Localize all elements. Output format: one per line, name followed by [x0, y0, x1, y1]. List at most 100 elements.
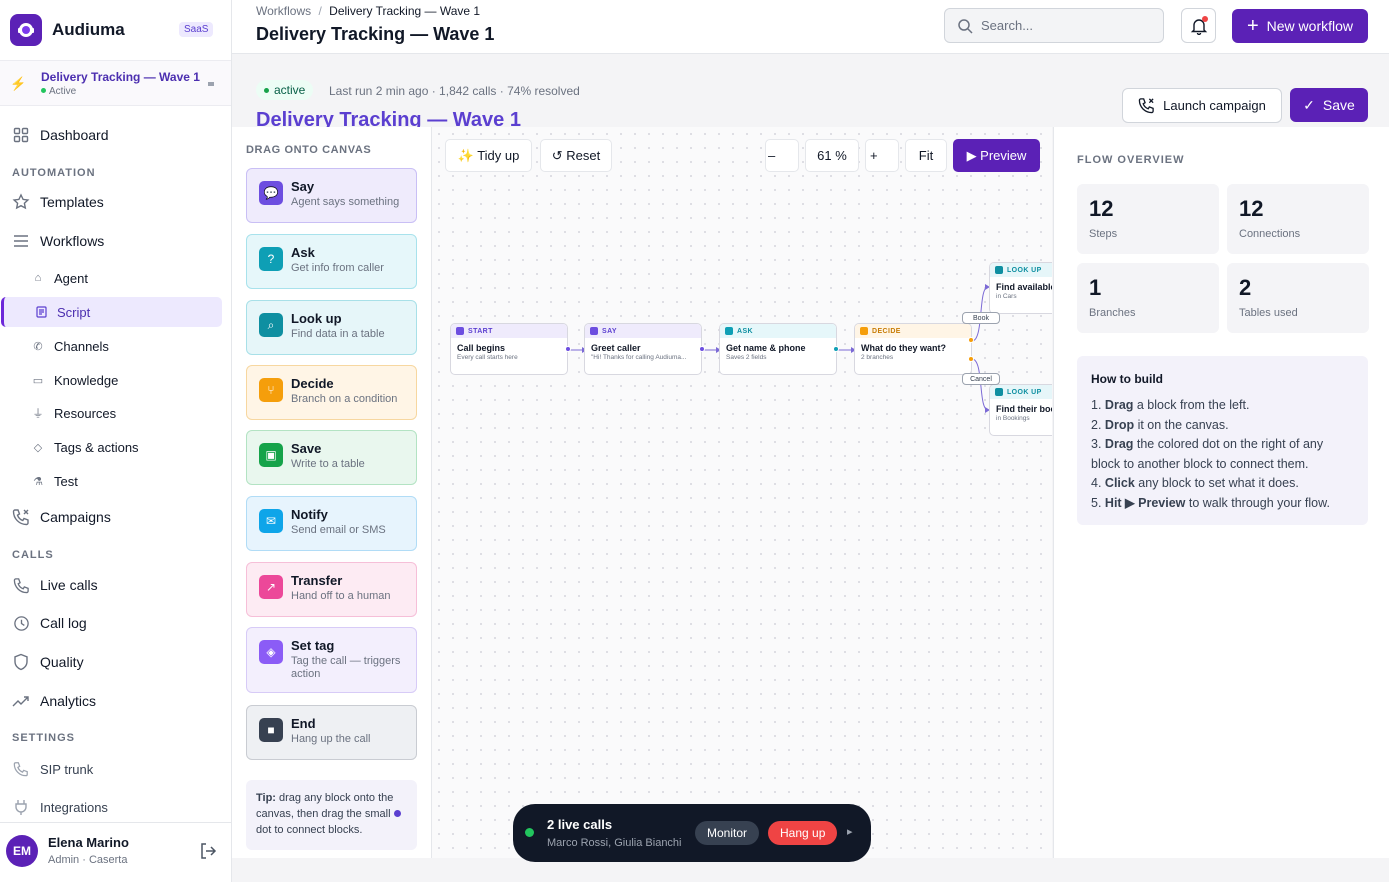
nav-dashboard-label: Dashboard	[40, 127, 109, 143]
nav-campaigns[interactable]: Campaigns	[12, 508, 111, 526]
nav-campaigns-label: Campaigns	[40, 509, 111, 525]
nav-analytics-label: Analytics	[40, 693, 97, 709]
notification-dot	[1202, 16, 1208, 22]
port-decide-out-1[interactable]	[968, 337, 974, 343]
port-start-out[interactable]	[565, 346, 571, 352]
zoom-out-button[interactable]: –	[765, 139, 799, 172]
phone-outgoing-icon	[12, 508, 30, 526]
workspace-switcher[interactable]: ⚡ Delivery Tracking — Wave 1 Active	[0, 60, 231, 106]
phone-icon	[12, 760, 30, 778]
envelope-icon: ✉	[259, 509, 283, 533]
live-calls-names: Marco Rossi, Giulia Bianchi	[547, 837, 682, 849]
nav-integrations[interactable]: Integrations	[12, 798, 108, 816]
preview-button[interactable]: ▶ Preview	[953, 139, 1040, 172]
launch-campaign-button[interactable]: Launch campaign	[1122, 88, 1282, 123]
workspace-status: Active	[41, 86, 76, 97]
expand-icon[interactable]: ▸	[847, 825, 853, 838]
nav-quality[interactable]: Quality	[12, 653, 84, 671]
breadcrumb: Workflows / Delivery Tracking — Wave 1	[256, 4, 481, 18]
plug-icon	[12, 798, 30, 816]
nav-sub-test[interactable]: ⚗ Test	[24, 466, 222, 496]
node-say[interactable]: SAY Greet caller "Hi! Thanks for calling…	[584, 323, 702, 375]
nav-sub-agent[interactable]: ⌂ Agent	[24, 263, 222, 293]
palette-block-transfer[interactable]: ↗ Transfer Hand off to a human	[246, 562, 417, 617]
tag-icon: ◇	[33, 441, 43, 454]
live-calls-bar: 2 live calls Marco Rossi, Giulia Bianchi…	[513, 804, 871, 862]
palette-title: DRAG ONTO CANVAS	[246, 144, 372, 156]
palette-block-look-up[interactable]: ⌕ Look up Find data in a table	[246, 300, 417, 355]
phone-outgoing-icon	[1138, 98, 1154, 114]
nav-workflows[interactable]: Workflows	[12, 232, 104, 250]
status-badge: active	[256, 80, 314, 100]
tip-box: Tip: drag any block onto the canvas, the…	[246, 780, 417, 850]
stat-tables-used: 2 Tables used	[1227, 263, 1369, 333]
nav-sub-channels[interactable]: ✆ Channels	[24, 331, 222, 361]
live-calls-title: 2 live calls	[547, 817, 613, 832]
section-settings: SETTINGS	[12, 732, 76, 744]
reset-button[interactable]: ↺ Reset	[540, 139, 612, 172]
nav-templates[interactable]: Templates	[12, 193, 104, 211]
port-say-out[interactable]	[699, 346, 705, 352]
nav-call-log-label: Call log	[40, 615, 87, 631]
question-icon: ?	[259, 247, 283, 271]
nav-sub-tags-actions[interactable]: ◇ Tags & actions	[24, 432, 222, 462]
zoom-in-button[interactable]: +	[865, 139, 899, 172]
book-icon: ▭	[32, 374, 44, 387]
port-ask-out[interactable]	[833, 346, 839, 352]
nav-workflows-label: Workflows	[40, 233, 105, 249]
palette-block-end[interactable]: ■ End Hang up the call	[246, 705, 417, 760]
nav-templates-label: Templates	[40, 194, 104, 210]
nav-sub-knowledge[interactable]: ▭ Knowledge	[24, 365, 222, 395]
flow-canvas[interactable]: ✨ Tidy up ↺ Reset – 61 % + Fit ▶ Preview…	[432, 127, 1052, 858]
monitor-button[interactable]: Monitor	[695, 821, 760, 845]
nav-sip-trunk-label: SIP trunk	[40, 761, 94, 777]
node-lookup-bookings[interactable]: LOOK UP Find their book in Bookings	[989, 384, 1052, 436]
notifications-button[interactable]	[1181, 8, 1216, 43]
avatar[interactable]: EM	[6, 835, 38, 867]
nav-live-calls[interactable]: Live calls	[12, 576, 98, 594]
breadcrumb-root[interactable]: Workflows	[256, 4, 311, 18]
search-placeholder: Search...	[981, 18, 1034, 33]
nav-analytics[interactable]: Analytics	[12, 692, 96, 710]
palette-block-notify[interactable]: ✉ Notify Send email or SMS	[246, 496, 417, 551]
user-role: Admin · Caserta	[48, 854, 128, 866]
section-calls: CALLS	[12, 549, 54, 561]
nav-call-log[interactable]: Call log	[12, 614, 87, 632]
node-lookup-cars[interactable]: LOOK UP Find available c in Cars	[989, 262, 1052, 314]
robot-icon: ⌂	[34, 272, 42, 284]
fit-button[interactable]: Fit	[905, 139, 947, 172]
tag-icon: ◈	[259, 640, 283, 664]
search-input[interactable]: Search...	[944, 8, 1164, 43]
port-decide-out-2[interactable]	[968, 356, 974, 362]
trend-up-icon	[12, 692, 30, 710]
nav-sub-script[interactable]: Script	[1, 297, 222, 327]
hang-up-button[interactable]: Hang up	[768, 821, 838, 845]
nav-sip-trunk[interactable]: SIP trunk	[12, 760, 93, 778]
floppy-icon: ▣	[259, 443, 283, 467]
palette-block-say[interactable]: 💬 Say Agent says something	[246, 168, 417, 223]
node-start[interactable]: START Call begins Every call starts here	[450, 323, 568, 375]
palette-block-save[interactable]: ▣ Save Write to a table	[246, 430, 417, 485]
new-workflow-button[interactable]: + New workflow	[1232, 9, 1368, 43]
breadcrumb-current: Delivery Tracking — Wave 1	[329, 4, 481, 18]
nav-sub-resources[interactable]: ⏚ Resources	[24, 398, 222, 428]
logout-icon[interactable]	[199, 842, 217, 863]
nav-dashboard[interactable]: Dashboard	[12, 126, 109, 144]
workflow-title[interactable]: Delivery Tracking — Wave 1	[256, 108, 521, 127]
tidy-up-button[interactable]: ✨ Tidy up	[445, 139, 532, 172]
tier-badge: SaaS	[179, 22, 214, 37]
howto-step: 1. Drag a block from the left.	[1091, 398, 1250, 412]
palette-block-decide[interactable]: ⑂ Decide Branch on a condition	[246, 365, 417, 420]
phone-icon: ✆	[33, 340, 43, 353]
howto-step: 2. Drop it on the canvas.	[1091, 417, 1229, 432]
overview-title: FLOW OVERVIEW	[1077, 154, 1185, 166]
save-button[interactable]: ✓ Save	[1290, 88, 1368, 122]
palette-block-ask[interactable]: ? Ask Get info from caller	[246, 234, 417, 289]
edges-layer	[569, 284, 990, 413]
expand-icon	[208, 82, 214, 86]
node-ask[interactable]: ASK Get name & phone Saves 2 fields	[719, 323, 837, 375]
node-decide[interactable]: DECIDE What do they want? 2 branches	[854, 323, 972, 375]
logo-icon	[10, 14, 42, 46]
star-icon	[12, 193, 30, 211]
palette-block-set-tag[interactable]: ◈ Set tag Tag the call — triggers action	[246, 627, 417, 693]
